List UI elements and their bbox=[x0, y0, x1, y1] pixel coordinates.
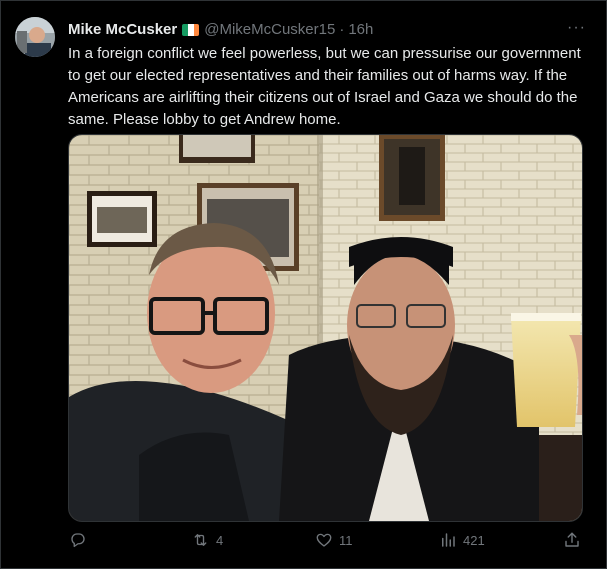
views-button[interactable]: 421 bbox=[439, 531, 485, 549]
avatar-image bbox=[15, 17, 55, 57]
like-button[interactable]: 11 bbox=[315, 531, 353, 549]
tweet-header: Mike McCusker @MikeMcCusker15 · 16h bbox=[68, 21, 373, 38]
tweet-actions: 4 11 421 bbox=[61, 531, 591, 553]
retweet-count: 4 bbox=[216, 532, 224, 548]
ireland-flag-icon bbox=[182, 23, 200, 36]
retweet-button[interactable]: 4 bbox=[191, 531, 223, 549]
tweet-timestamp[interactable]: 16h bbox=[348, 21, 373, 38]
avatar[interactable] bbox=[15, 17, 55, 57]
reply-button[interactable] bbox=[69, 531, 93, 549]
tweet-photo[interactable] bbox=[68, 134, 583, 522]
more-options-icon[interactable]: ··· bbox=[567, 19, 586, 37]
reply-icon bbox=[71, 533, 85, 548]
like-count: 11 bbox=[339, 532, 353, 548]
author-name[interactable]: Mike McCusker bbox=[68, 21, 177, 38]
author-handle[interactable]: @MikeMcCusker15 bbox=[204, 21, 335, 38]
view-count: 421 bbox=[463, 532, 485, 548]
separator-dot: · bbox=[339, 21, 345, 38]
flag-stripe-orange bbox=[193, 23, 200, 36]
share-button[interactable] bbox=[563, 531, 581, 549]
analytics-icon bbox=[442, 533, 455, 547]
tweet-text: In a foreign conflict we feel powerless,… bbox=[68, 45, 581, 128]
retweet-icon bbox=[194, 534, 207, 546]
heart-icon bbox=[316, 533, 332, 547]
share-icon bbox=[565, 532, 579, 547]
tweet-card[interactable]: Mike McCusker @MikeMcCusker15 · 16h ··· … bbox=[0, 0, 607, 569]
photo-scene bbox=[69, 135, 582, 521]
